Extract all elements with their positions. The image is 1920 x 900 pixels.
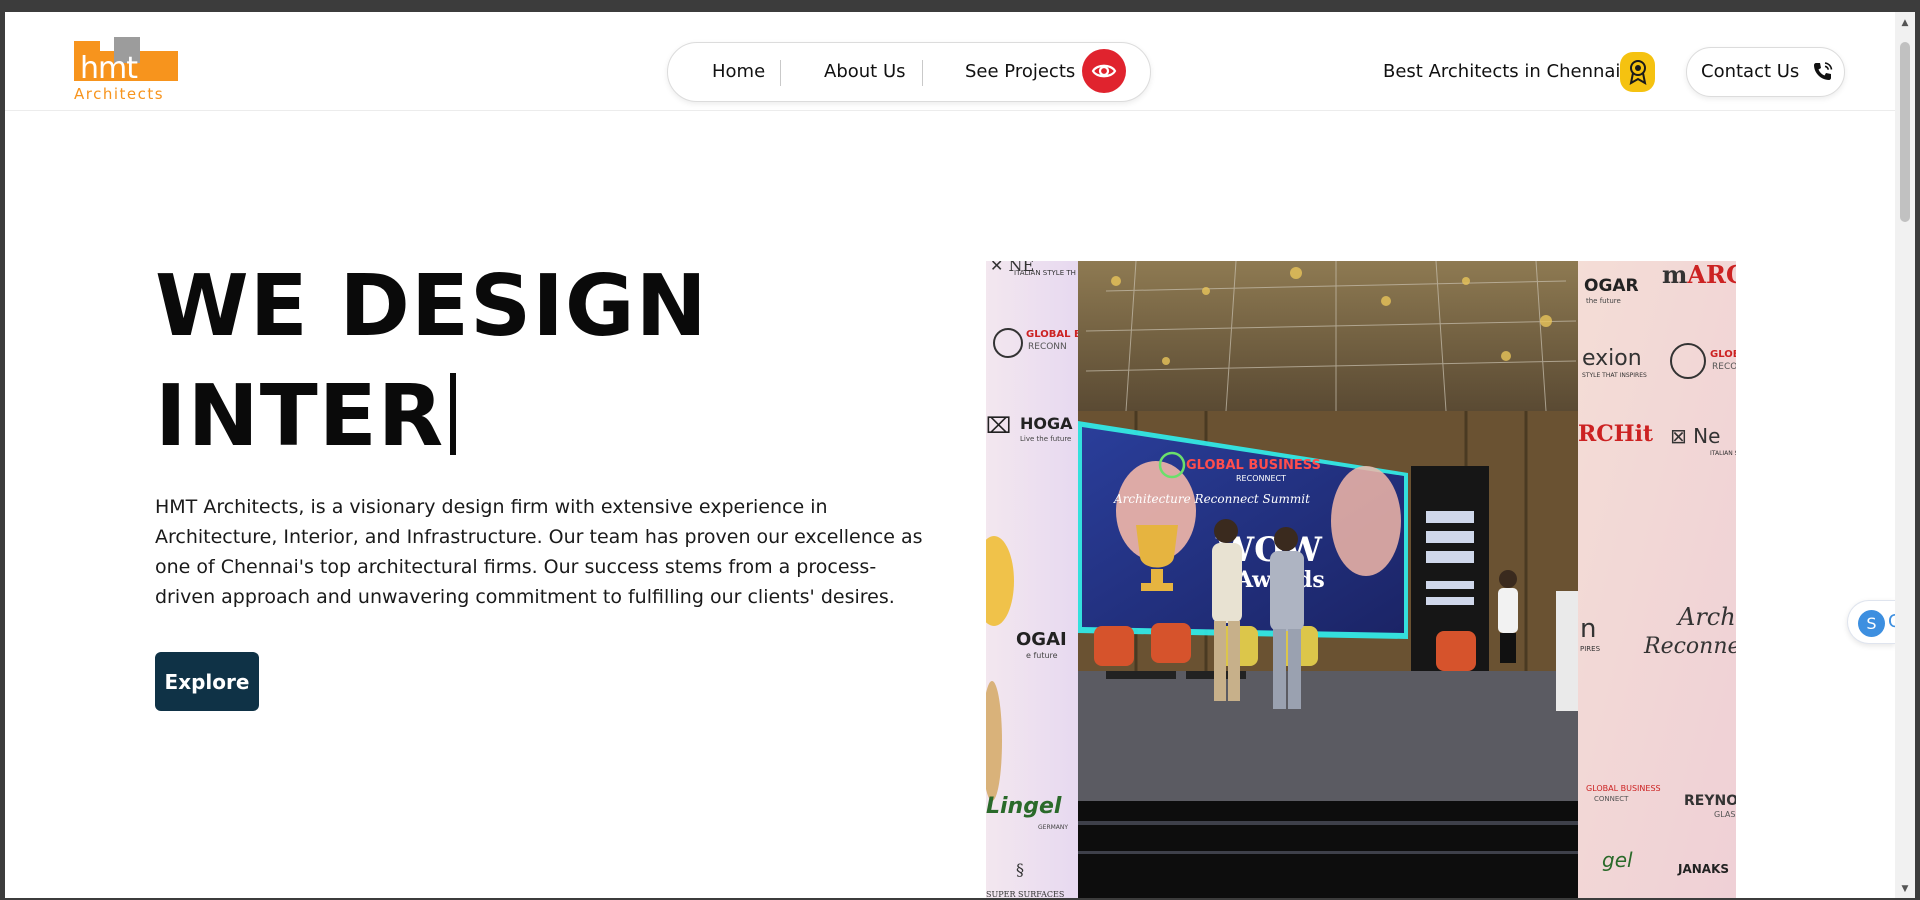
see-projects-button[interactable]: [1082, 49, 1126, 93]
svg-text:ITALIAN ST: ITALIAN ST: [1710, 450, 1736, 457]
award-event-photo: ✕ NE ITALIAN STYLE TH GLOBAL BUSIN RECON…: [986, 261, 1736, 898]
hmt-logo[interactable]: hmt Architects: [74, 37, 178, 103]
svg-text:Archi: Archi: [1676, 603, 1736, 631]
svg-text:e future: e future: [1026, 651, 1058, 660]
typed-text: INTER: [155, 367, 445, 466]
svg-text:exion: exion: [1582, 346, 1642, 371]
svg-text:Lingel: Lingel: [986, 794, 1062, 819]
headline-line-2: INTER: [155, 362, 915, 472]
svg-text:ITALIAN STYLE TH: ITALIAN STYLE TH: [1014, 269, 1076, 277]
typing-cursor: [450, 373, 457, 455]
scroll-up-arrow-icon[interactable]: ▲: [1900, 18, 1910, 28]
svg-text:SUPER SURFACES: SUPER SURFACES: [986, 890, 1064, 898]
main-nav: Home About Us See Projects: [667, 42, 1151, 102]
nav-see-projects[interactable]: See Projects: [965, 61, 1075, 82]
svg-text:GERMANY: GERMANY: [1038, 824, 1068, 831]
explore-button[interactable]: Explore: [155, 652, 259, 711]
svg-text:⊠ Ne: ⊠ Ne: [1670, 424, 1720, 448]
svg-text:mARC: mARC: [1662, 261, 1736, 289]
svg-text:OGAI: OGAI: [1016, 629, 1067, 650]
svg-text:REYNO: REYNO: [1684, 793, 1736, 809]
nav-about-us[interactable]: About Us: [824, 61, 906, 82]
svg-text:⌧: ⌧: [986, 414, 1011, 439]
svg-text:GLOBAL BUSINESS: GLOBAL BUSINESS: [1186, 458, 1321, 473]
hero-description: HMT Architects, is a visionary design fi…: [155, 496, 923, 608]
nav-home[interactable]: Home: [712, 61, 765, 82]
svg-text:GLOBAL BUSINESS: GLOBAL BUSINESS: [1586, 784, 1661, 793]
phone-icon: [1814, 62, 1833, 80]
svg-text:RECO: RECO: [1712, 362, 1736, 372]
contact-us-button[interactable]: Contact Us: [1686, 47, 1845, 97]
site-header: hmt Architects Home About Us See Project…: [5, 12, 1895, 111]
award-badge: [1620, 52, 1655, 92]
svg-text:gel: gel: [1602, 848, 1633, 872]
svg-text:the future: the future: [1586, 297, 1621, 305]
svg-text:OGAR: OGAR: [1584, 276, 1639, 296]
floating-chat-widget[interactable]: S C: [1847, 600, 1901, 644]
headline-line-1: WE DESIGN: [155, 257, 708, 356]
svg-text:RECONN: RECONN: [1028, 342, 1067, 352]
browser-viewport: hmt Architects Home About Us See Project…: [5, 12, 1915, 898]
svg-text:RECONNECT: RECONNECT: [1236, 474, 1286, 483]
svg-text:PIRES: PIRES: [1580, 645, 1601, 653]
hmt-logo-icon: hmt Architects: [74, 37, 178, 103]
award-icon: [1629, 60, 1646, 85]
svg-text:Architects: Architects: [74, 85, 164, 101]
svg-text:Reconne: Reconne: [1643, 634, 1736, 659]
nav-divider: [780, 60, 781, 86]
nav-divider: [922, 60, 923, 86]
svg-text:JANAKS: JANAKS: [1677, 862, 1729, 876]
svg-text:HOGA: HOGA: [1020, 414, 1073, 433]
svg-text:GLOBAL B: GLOBAL B: [1710, 349, 1736, 360]
scroll-down-arrow-icon[interactable]: ▼: [1900, 884, 1910, 894]
svg-text:n: n: [1580, 614, 1596, 644]
best-architects-text: Best Architects in Chennai: [1383, 61, 1621, 82]
page-scrollbar[interactable]: ▲ ▼: [1895, 12, 1915, 898]
hero-headline: WE DESIGN INTER: [155, 252, 915, 472]
svg-text:§: §: [1016, 860, 1024, 879]
award-photo-illustration: ✕ NE ITALIAN STYLE TH GLOBAL BUSIN RECON…: [986, 261, 1736, 898]
scrollbar-thumb[interactable]: [1900, 42, 1910, 222]
svg-text:hmt: hmt: [80, 51, 138, 86]
contact-us-label: Contact Us: [1701, 61, 1800, 82]
svg-text:STYLE THAT INSPIRES: STYLE THAT INSPIRES: [1582, 372, 1647, 379]
svg-text:Architecture Reconnect Summit: Architecture Reconnect Summit: [1113, 492, 1310, 506]
svg-text:CONNECT: CONNECT: [1594, 795, 1629, 803]
svg-text:GLASS: GLASS: [1714, 810, 1736, 819]
eye-icon: [1091, 64, 1117, 78]
chat-widget-icon: S: [1858, 610, 1885, 637]
svg-text:RCHit: RCHit: [1578, 421, 1654, 447]
svg-text:Live the future: Live the future: [1020, 435, 1071, 443]
